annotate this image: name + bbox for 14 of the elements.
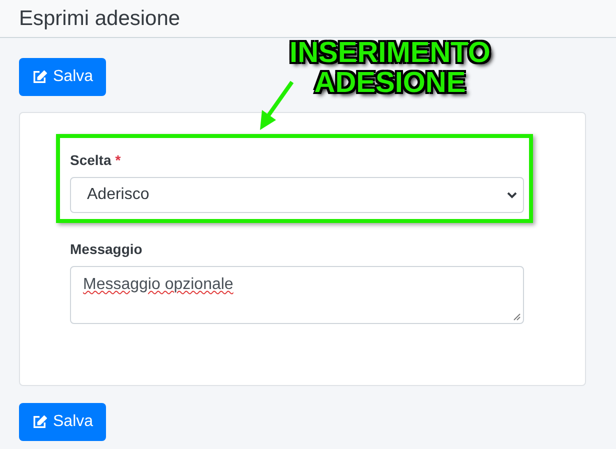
save-button[interactable]: Salva xyxy=(19,58,106,96)
edit-icon xyxy=(32,70,47,84)
resize-handle-icon xyxy=(513,313,521,321)
required-mark: * xyxy=(115,151,121,170)
edit-icon xyxy=(32,415,47,429)
field-label: Scelta xyxy=(70,151,112,170)
choice-select[interactable]: Aderisco xyxy=(70,177,524,213)
page-title: Esprimi adesione xyxy=(19,6,180,32)
annotation-text: ADESIONE xyxy=(314,68,466,98)
chevron-down-icon xyxy=(507,192,517,198)
save-button[interactable]: Salva xyxy=(19,403,106,441)
message-field[interactable]: Messaggio opzionale xyxy=(70,266,524,324)
annotation-text: INSERIMENTO xyxy=(290,38,490,68)
field-label: Messaggio xyxy=(70,240,142,259)
